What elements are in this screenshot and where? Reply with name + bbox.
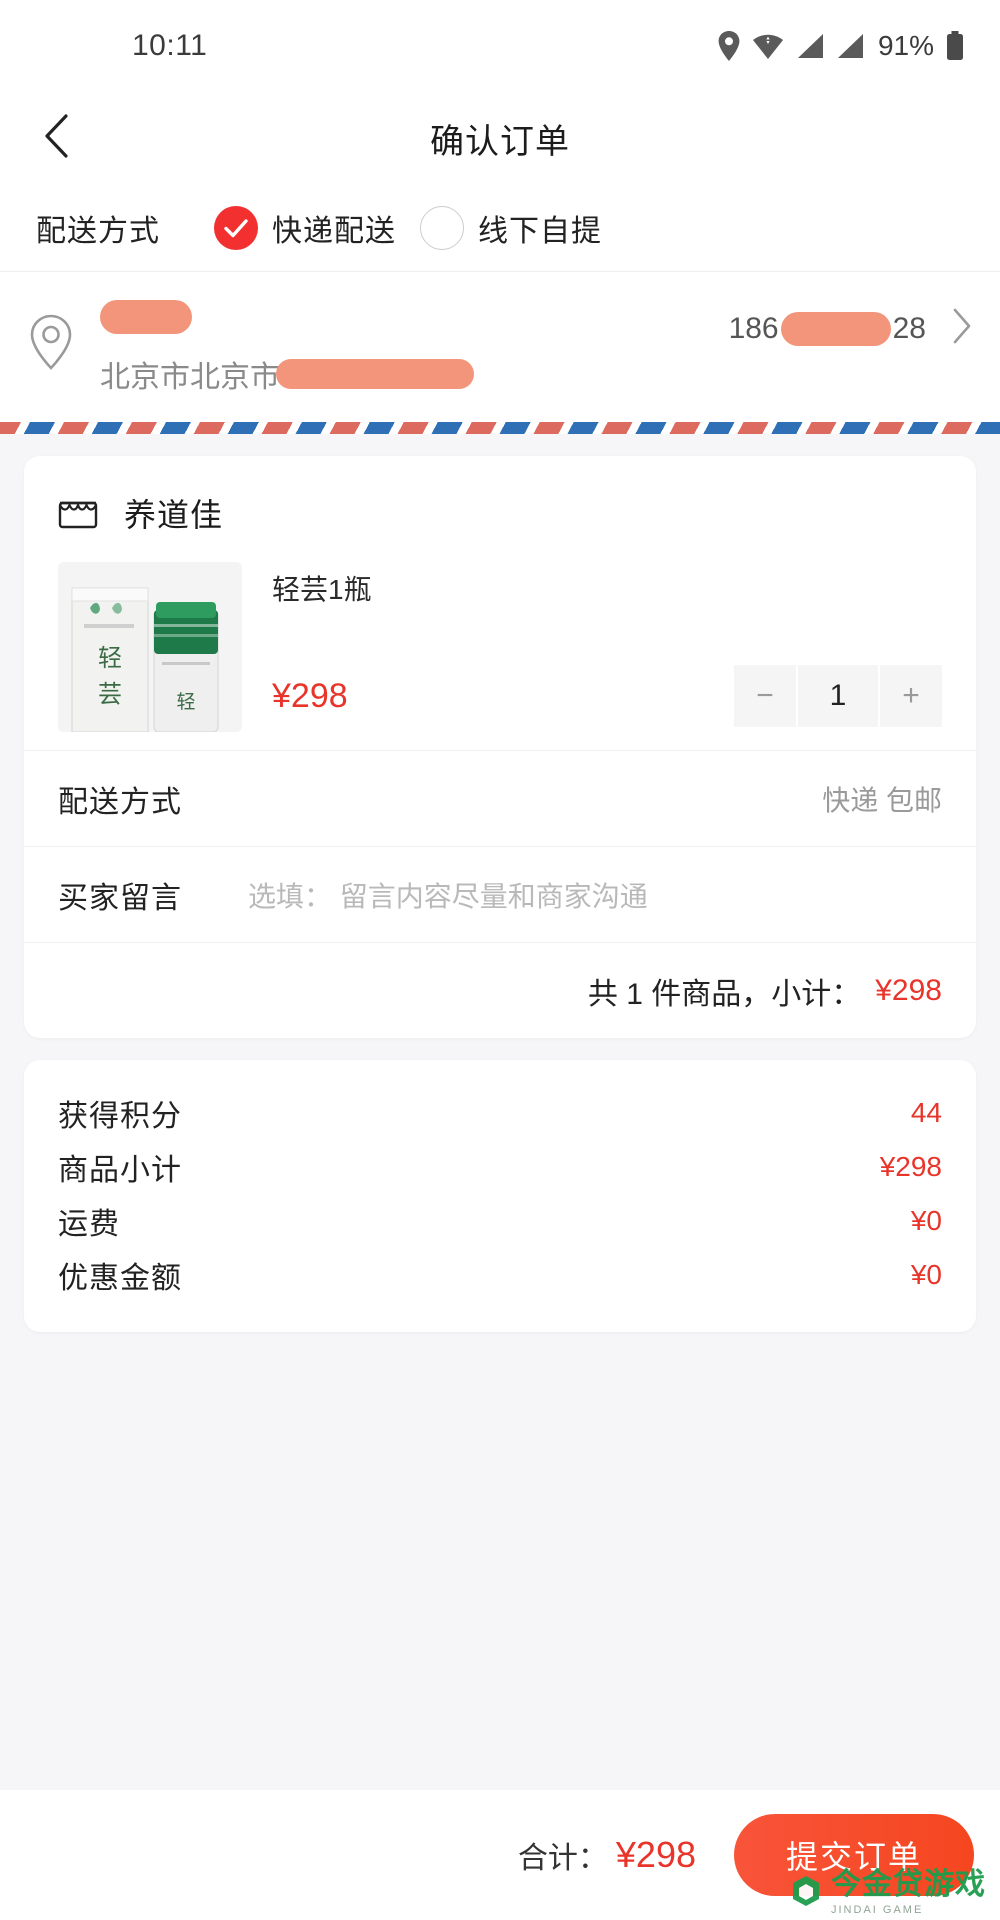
quantity-decrease-button[interactable]: − [734, 665, 796, 728]
back-button[interactable] [28, 110, 84, 166]
battery-icon [946, 31, 964, 61]
fee-row: 获得积分 44 [58, 1086, 942, 1140]
location-pin-icon [28, 294, 90, 375]
address-prefix: 北京市北京市 [100, 361, 280, 394]
order-confirm-screen: 10:11 91% 确认订单 配送方式 快递配送 线下自提 北京市北京市 186… [0, 0, 1000, 1920]
fee-value: ¥298 [879, 1151, 942, 1182]
chevron-left-icon [43, 113, 69, 163]
svg-text:轻: 轻 [98, 644, 122, 672]
address-row[interactable]: 北京市北京市 186 28 [0, 272, 1000, 422]
shipping-method-label: 配送方式 [58, 785, 182, 819]
product-image: 轻 芸 轻 [58, 562, 242, 732]
shipping-method-value: 快递 包邮 [822, 784, 942, 816]
product-title: 轻芸1瓶 [272, 574, 372, 605]
item-subtotal-amount: ¥298 [875, 973, 942, 1007]
delivery-method-label: 配送方式 [36, 214, 160, 248]
nav-bar: 确认订单 [0, 92, 1000, 184]
signal-icon [796, 33, 824, 59]
airmail-stripe-divider [0, 422, 1000, 434]
watermark-title: 今金贷游戏 [831, 1868, 986, 1901]
radio-selected-icon[interactable] [214, 205, 258, 250]
chevron-right-icon[interactable] [952, 308, 972, 349]
fee-label: 运费 [58, 1208, 120, 1241]
quantity-value[interactable]: 1 [798, 665, 878, 728]
quantity-increase-button[interactable]: + [880, 665, 942, 728]
product-row[interactable]: 轻 芸 轻 轻芸1瓶 ¥298 − 1 + [24, 562, 976, 750]
product-price: ¥298 [272, 676, 348, 715]
phone-number: 186 28 [728, 311, 926, 346]
redaction-block [780, 311, 891, 346]
delivery-method-row: 配送方式 快递配送 线下自提 [0, 184, 1000, 272]
shop-name: 养道佳 [124, 497, 224, 533]
delivery-option-pickup[interactable]: 线下自提 [420, 205, 602, 250]
phone-suffix: 28 [892, 311, 926, 345]
recipient-name [100, 294, 729, 340]
item-subtotal-row: 共 1 件商品，小计： ¥298 [24, 942, 976, 1038]
fees-card: 获得积分 44 商品小计 ¥298 运费 ¥0 优惠金额 ¥0 [24, 1060, 976, 1332]
fee-label: 获得积分 [58, 1100, 182, 1133]
fee-row: 运费 ¥0 [58, 1194, 942, 1248]
fee-row: 优惠金额 ¥0 [58, 1248, 942, 1302]
buyer-memo-label: 买家留言 [58, 881, 182, 915]
wifi-icon [752, 32, 784, 60]
address-text: 北京市北京市 [100, 352, 729, 396]
phone-prefix: 186 [728, 311, 779, 345]
status-icons: 91% [718, 30, 964, 62]
recipient-contact: 186 28 [729, 294, 972, 349]
delivery-option-express[interactable]: 快递配送 [214, 205, 396, 250]
fee-label: 优惠金额 [58, 1262, 182, 1295]
battery-percent: 91% [877, 30, 934, 61]
location-pin-icon [718, 31, 740, 61]
watermark-subtitle: JINDAI GAME [831, 1904, 924, 1916]
buyer-memo-input[interactable]: 选填： 留言内容尽量和商家沟通 [248, 875, 648, 915]
buyer-memo-row[interactable]: 买家留言 选填： 留言内容尽量和商家沟通 [24, 846, 976, 942]
status-time: 10:11 [132, 29, 208, 62]
fee-row: 商品小计 ¥298 [58, 1140, 942, 1194]
fee-value: 44 [910, 1097, 942, 1128]
total-label: 合计： [517, 1842, 608, 1875]
radio-unselected-icon[interactable] [420, 205, 464, 250]
delivery-option-express-label: 快递配送 [272, 214, 396, 248]
fee-label: 商品小计 [58, 1154, 182, 1187]
item-subtotal-text: 共 1 件商品，小计： [587, 977, 862, 1011]
fee-value: ¥0 [910, 1205, 942, 1236]
page-title: 确认订单 [430, 122, 570, 161]
redaction-block [276, 359, 474, 389]
quantity-stepper[interactable]: − 1 + [734, 665, 942, 728]
delivery-option-pickup-label: 线下自提 [478, 214, 602, 248]
storefront-icon [58, 493, 98, 534]
shipping-method-row[interactable]: 配送方式 快递 包邮 [24, 750, 976, 846]
status-bar: 10:11 91% [0, 0, 1000, 92]
order-card: 养道佳 轻 芸 轻 轻芸1瓶 ¥298 − 1 + 配送方式 快递 包邮 买家留… [24, 456, 976, 1038]
svg-text:轻: 轻 [176, 691, 195, 713]
watermark: 今金贷游戏 JINDAI GAME [789, 1870, 986, 1916]
signal-icon [836, 33, 864, 59]
total-amount: ¥298 [615, 1834, 696, 1875]
svg-text:芸: 芸 [98, 680, 122, 708]
redaction-block [100, 300, 192, 334]
watermark-logo-icon [789, 1874, 823, 1913]
shop-header[interactable]: 养道佳 [24, 456, 976, 562]
fee-value: ¥0 [910, 1259, 942, 1290]
